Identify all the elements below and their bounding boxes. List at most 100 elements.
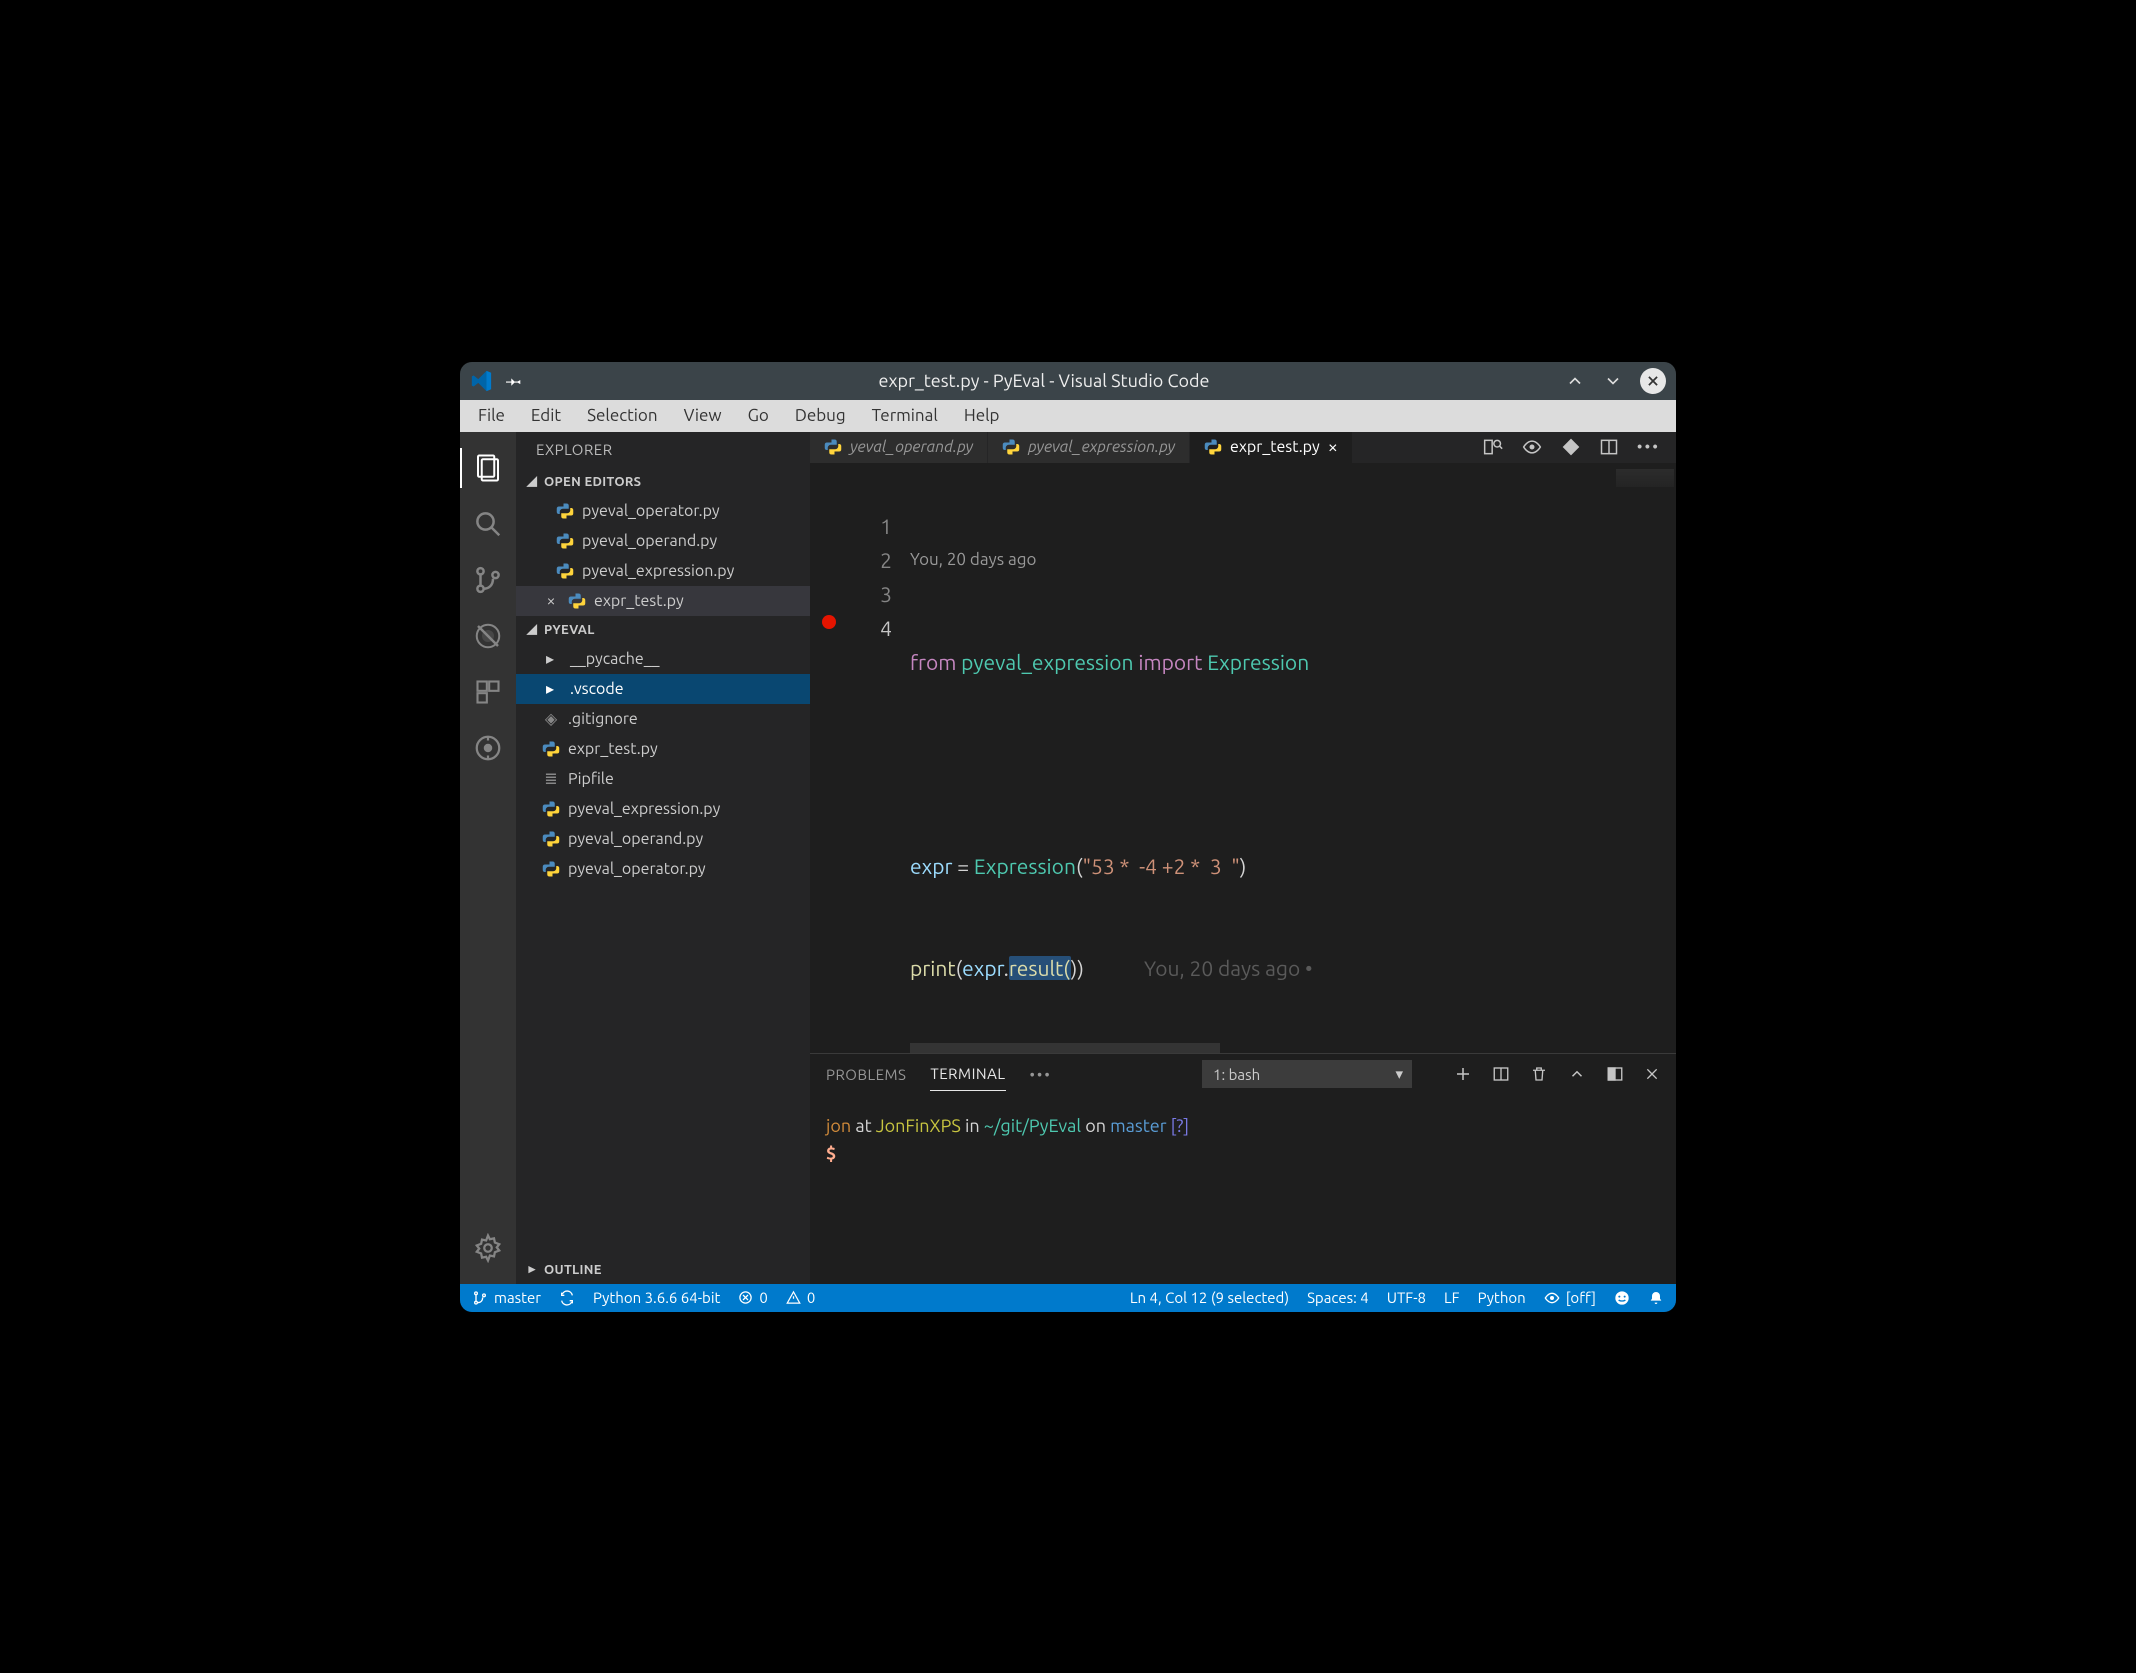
open-editor-item-active[interactable]: ×expr_test.py [516,586,810,616]
file-item[interactable]: pyeval_operand.py [516,824,810,854]
status-spaces[interactable]: Spaces: 4 [1307,1289,1369,1306]
gutter: 1 2 3 4 [810,463,910,1053]
status-cursor[interactable]: Ln 4, Col 12 (9 selected) [1130,1289,1289,1306]
status-errors[interactable]: 0 [738,1289,767,1306]
python-file-icon [1002,438,1020,456]
panel: PROBLEMS TERMINAL ••• 1: bash jon at Jon… [810,1053,1676,1283]
terminal-select[interactable]: 1: bash [1202,1060,1412,1088]
inline-blame: You, 20 days ago • [1144,956,1313,980]
code-area[interactable]: You, 20 days ago from pyeval_expression … [910,463,1676,1053]
line-number: 3 [810,577,892,611]
open-editor-item[interactable]: pyeval_operator.py [516,496,810,526]
project-header[interactable]: ◢PYEVAL [516,616,810,644]
maximize-button[interactable] [1602,370,1624,392]
split-editor-icon[interactable] [1599,437,1619,457]
tab-actions: ••• [1467,432,1676,464]
python-file-icon [542,800,560,818]
python-file-icon [556,562,574,580]
status-language[interactable]: Python [1478,1289,1526,1306]
new-terminal-icon[interactable] [1454,1065,1472,1083]
tab-bar: yeval_operand.py pyeval_expression.py ex… [810,432,1676,464]
status-python[interactable]: Python 3.6.6 64-bit [593,1289,720,1306]
panel-maximize-icon[interactable] [1606,1065,1624,1083]
line-number: 4 [810,611,892,645]
text-file-icon: ≣ [542,769,560,788]
activity-gitlens[interactable] [460,720,516,776]
minimize-button[interactable] [1564,370,1586,392]
vscode-window: expr_test.py - PyEval - Visual Studio Co… [460,362,1676,1312]
code-editor[interactable]: 1 2 3 4 You, 20 days ago from pyeval_exp… [810,463,1676,1053]
file-item[interactable]: pyeval_expression.py [516,794,810,824]
status-sync[interactable] [559,1290,575,1306]
folder-item[interactable]: ▸__pycache__ [516,644,810,674]
kill-terminal-icon[interactable] [1530,1065,1548,1083]
status-feedback[interactable] [1614,1290,1630,1306]
python-file-icon [556,502,574,520]
close-editor-icon[interactable]: × [542,592,560,610]
menu-view[interactable]: View [672,402,734,429]
python-file-icon [824,438,842,456]
menu-help[interactable]: Help [952,402,1012,429]
sidebar-title: EXPLORER [516,432,810,468]
menu-terminal[interactable]: Terminal [860,402,950,429]
editor-tab-active[interactable]: expr_test.py× [1190,432,1353,464]
editor-tab[interactable]: yeval_operand.py [810,432,988,464]
more-actions-icon[interactable]: ••• [1637,438,1660,456]
chevron-right-icon: ▸ [542,649,558,668]
open-changes-icon[interactable] [1561,437,1581,457]
python-file-icon [542,860,560,878]
gitlens-toggle-icon[interactable] [1521,437,1543,457]
activity-bar [460,432,516,1284]
close-tab-icon[interactable]: × [1328,437,1338,457]
status-notifications[interactable] [1648,1290,1664,1306]
titlebar: expr_test.py - PyEval - Visual Studio Co… [460,362,1676,400]
line-number: 1 [810,509,892,543]
python-file-icon [542,830,560,848]
close-button[interactable] [1640,368,1666,394]
codelens-blame[interactable]: You, 20 days ago [910,543,1676,577]
file-item[interactable]: ◈.gitignore [516,704,810,734]
open-editor-item[interactable]: pyeval_operand.py [516,526,810,556]
file-item[interactable]: expr_test.py [516,734,810,764]
outline-header[interactable]: ▸OUTLINE [516,1256,810,1284]
panel-tab-more[interactable]: ••• [1030,1058,1052,1091]
file-item[interactable]: ≣Pipfile [516,764,810,794]
status-warnings[interactable]: 0 [786,1289,815,1306]
python-file-icon [568,592,586,610]
panel-close-icon[interactable] [1644,1066,1660,1082]
open-editor-item[interactable]: pyeval_expression.py [516,556,810,586]
activity-extensions[interactable] [460,664,516,720]
menu-go[interactable]: Go [736,402,781,429]
file-item[interactable]: pyeval_operator.py [516,854,810,884]
panel-collapse-icon[interactable] [1568,1065,1586,1083]
activity-scm[interactable] [460,552,516,608]
menu-file[interactable]: File [466,402,517,429]
menu-edit[interactable]: Edit [519,402,573,429]
status-eol[interactable]: LF [1444,1289,1460,1306]
activity-search[interactable] [460,496,516,552]
chevron-right-icon: ▸ [542,679,558,698]
menu-selection[interactable]: Selection [575,402,670,429]
folder-item-selected[interactable]: ▸.vscode [516,674,810,704]
minimap[interactable] [1606,463,1676,1053]
line-number: 2 [810,543,892,577]
activity-settings[interactable] [460,1220,516,1276]
status-bar: master Python 3.6.6 64-bit 0 0 Ln 4, Col… [460,1284,1676,1312]
status-liveshare[interactable]: [off] [1544,1289,1596,1306]
compare-changes-icon[interactable] [1483,437,1503,457]
git-file-icon: ◈ [542,709,560,728]
activity-explorer[interactable] [460,440,516,496]
panel-tab-terminal[interactable]: TERMINAL [930,1057,1005,1091]
editor-tab[interactable]: pyeval_expression.py [988,432,1190,464]
terminal[interactable]: jon at JonFinXPS in ~/git/PyEval on mast… [810,1094,1676,1283]
pin-icon[interactable] [506,372,524,390]
status-branch[interactable]: master [472,1289,541,1306]
open-editors-header[interactable]: ◢OPEN EDITORS [516,468,810,496]
python-file-icon [1204,438,1222,456]
menu-debug[interactable]: Debug [783,402,858,429]
status-encoding[interactable]: UTF-8 [1387,1289,1426,1306]
panel-tab-problems[interactable]: PROBLEMS [826,1058,906,1091]
horizontal-scrollbar[interactable] [910,1043,1220,1053]
split-terminal-icon[interactable] [1492,1065,1510,1083]
activity-debug[interactable] [460,608,516,664]
